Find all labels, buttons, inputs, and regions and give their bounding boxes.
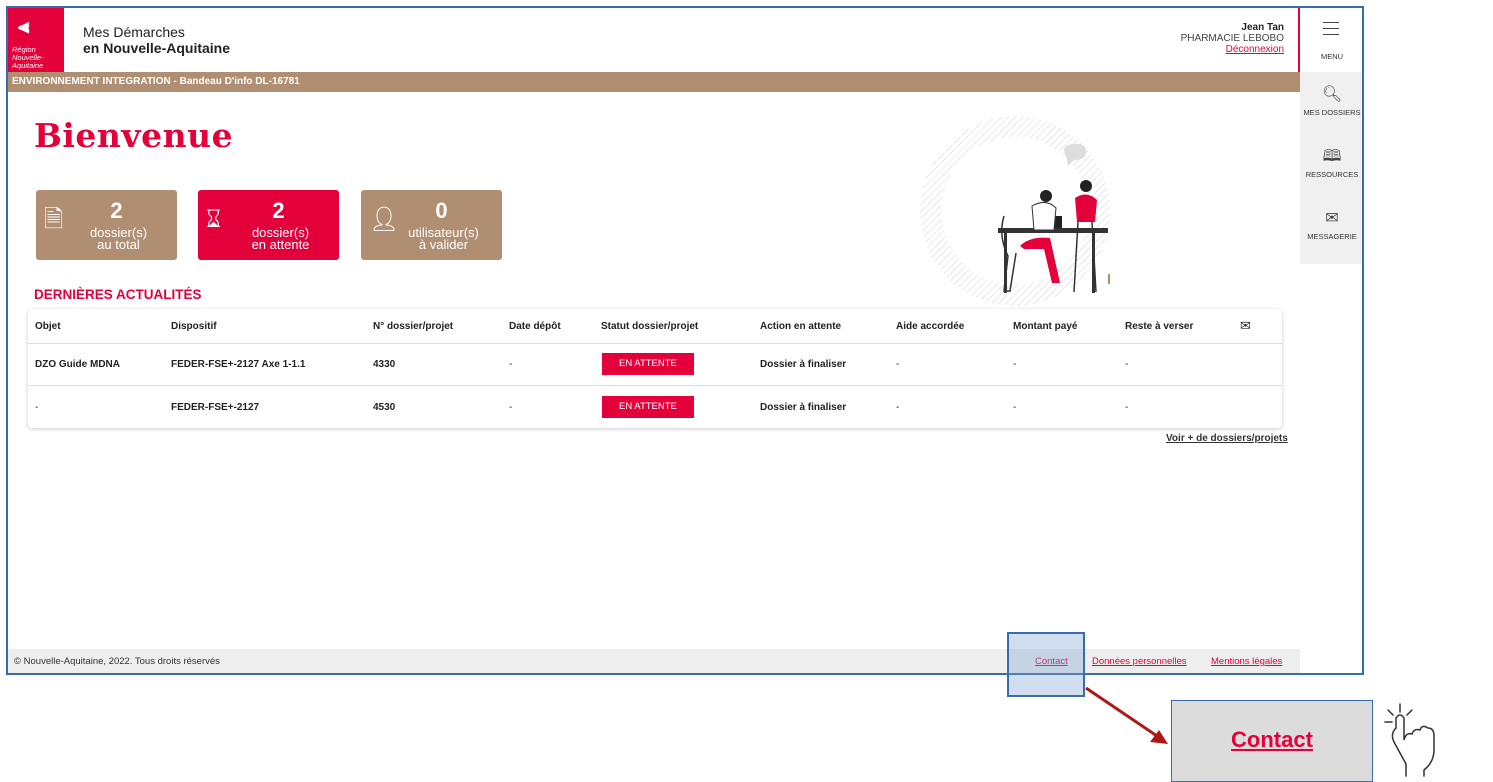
annotation-arrow xyxy=(1085,686,1168,744)
zoom-contact-label: Contact xyxy=(1231,727,1313,752)
pointer-hand-icon xyxy=(1384,703,1435,777)
contact-zoom-callout: Contact xyxy=(1171,700,1373,782)
